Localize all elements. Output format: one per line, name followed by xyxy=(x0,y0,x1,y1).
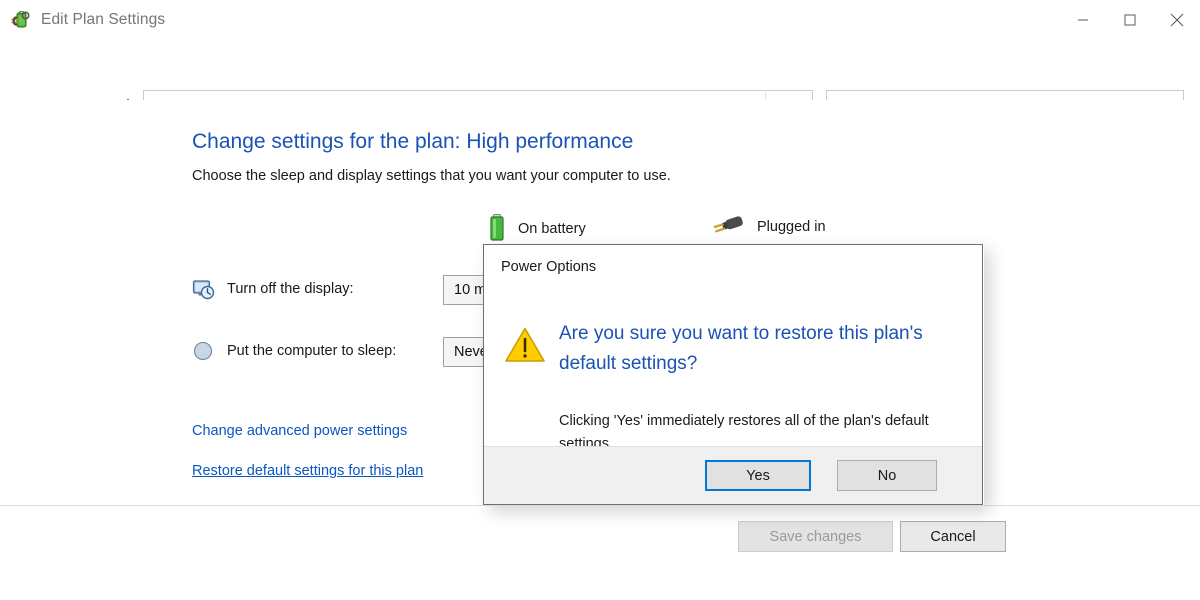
navigation-bar: « Power Options › Edit Plan Settings xyxy=(0,40,1200,129)
dialog-heading: Are you sure you want to restore this pl… xyxy=(559,323,923,374)
power-options-dialog: Power Options Are you sure you want to r… xyxy=(483,244,983,505)
link-change-advanced-power-settings[interactable]: Change advanced power settings xyxy=(192,423,407,439)
close-button[interactable] xyxy=(1153,0,1200,40)
minimize-button[interactable] xyxy=(1059,0,1106,40)
setting-row: Turn off the display: xyxy=(192,278,354,300)
column-label-on-battery: On battery xyxy=(518,221,586,237)
cancel-button[interactable]: Cancel xyxy=(900,521,1006,552)
power-plug-icon xyxy=(712,212,746,242)
window-title: Edit Plan Settings xyxy=(41,11,166,28)
display-clock-icon xyxy=(192,278,215,300)
setting-label-put-computer-to-sleep: Put the computer to sleep: xyxy=(227,343,397,359)
maximize-button[interactable] xyxy=(1106,0,1153,40)
warning-triangle-icon xyxy=(504,326,546,364)
dialog-yes-button[interactable]: Yes xyxy=(705,460,811,491)
dialog-title: Power Options xyxy=(501,259,597,275)
dialog-no-button[interactable]: No xyxy=(837,460,937,491)
battery-icon xyxy=(487,212,507,246)
setting-row: Put the computer to sleep: xyxy=(192,340,396,362)
footer-bar: Save changes Cancel xyxy=(0,506,1200,600)
page-subtitle: Choose the sleep and display settings th… xyxy=(192,168,671,184)
window-root: Edit Plan Settings Change settings for t… xyxy=(0,0,1200,600)
dialog-body: Are you sure you want to restore this pl… xyxy=(484,275,982,452)
page-title: Change settings for the plan: High perfo… xyxy=(192,130,634,153)
dialog-footer: Yes No xyxy=(484,446,982,504)
column-header-on-battery: On battery xyxy=(487,212,586,246)
column-header-plugged-in: Plugged in xyxy=(712,212,826,242)
setting-label-turn-off-display: Turn off the display: xyxy=(227,281,354,297)
save-changes-button[interactable]: Save changes xyxy=(738,521,893,552)
link-restore-default-settings[interactable]: Restore default settings for this plan xyxy=(192,463,423,479)
sleep-moon-icon xyxy=(192,340,214,362)
column-headers: On battery Plugged in xyxy=(0,212,1200,246)
window-controls xyxy=(1059,0,1200,40)
column-label-plugged-in: Plugged in xyxy=(757,219,826,235)
title-bar: Edit Plan Settings xyxy=(0,0,1200,40)
title-bar-left: Edit Plan Settings xyxy=(10,0,165,40)
power-plan-icon xyxy=(10,9,32,31)
